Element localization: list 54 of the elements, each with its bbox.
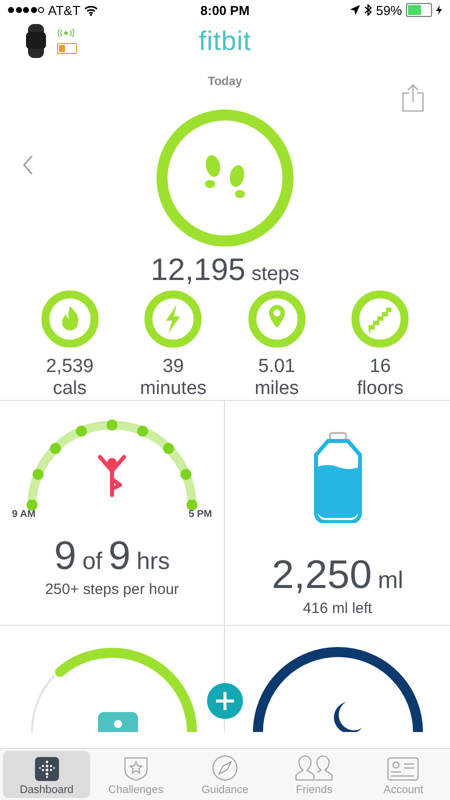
clock-time: 8:00 PM — [200, 2, 250, 18]
stat-value: 2,539 — [46, 356, 94, 378]
wifi-icon — [84, 4, 98, 16]
people-icon — [295, 755, 334, 781]
tab[interactable]: Dashboard — [3, 751, 90, 798]
water-unit: ml — [378, 567, 404, 595]
steps-unit: steps — [252, 263, 300, 286]
battery-icon — [406, 3, 432, 17]
compass-icon — [212, 755, 238, 781]
stat-value: 5.01 — [258, 356, 296, 378]
weight-arc-track — [31, 675, 55, 732]
tab[interactable]: Guidance — [181, 751, 269, 798]
location-icon — [350, 5, 360, 15]
tracker-battery-icon — [57, 42, 77, 54]
end-time-label: 5 PM — [188, 509, 212, 520]
dots-grid-icon — [34, 757, 59, 781]
stat-value: 39 — [162, 356, 184, 378]
water-caption: 416 ml left — [302, 600, 372, 617]
charging-icon — [436, 5, 442, 15]
standing-figure-icon — [98, 455, 126, 497]
id-card-icon — [387, 757, 420, 781]
steps-ring[interactable] — [155, 108, 295, 248]
back-chevron-icon[interactable] — [22, 155, 34, 175]
stat-unit: minutes — [140, 378, 207, 400]
date-label: Today — [208, 74, 242, 90]
steps-count: 12,195 — [150, 252, 246, 288]
tab[interactable]: Account — [360, 751, 448, 798]
tab[interactable]: Challenges — [92, 751, 180, 798]
stat-value: 16 — [370, 356, 391, 378]
hourly-activity-tile[interactable]: 9 AM 5 PM 9 of 9 hrs 250+ steps per hour — [0, 401, 225, 626]
of-label: of — [82, 548, 102, 576]
stat-unit: floors — [357, 378, 404, 400]
hourly-caption: 250+ steps per hour — [45, 581, 179, 598]
carrier-name: AT&T — [48, 2, 80, 18]
add-button[interactable] — [207, 683, 243, 719]
signal-icon — [8, 7, 44, 13]
wristband-icon — [25, 24, 47, 58]
hours-done: 9 — [54, 534, 76, 579]
scale-icon — [98, 712, 138, 732]
water-amount: 2,250 — [272, 553, 372, 598]
sync-signal-icon — [57, 28, 75, 36]
bluetooth-icon — [364, 4, 372, 16]
water-tile[interactable]: 2,250 ml 416 ml left — [225, 401, 450, 626]
star-badge-icon — [122, 755, 149, 781]
stat-unit: cals — [52, 378, 87, 400]
battery-percent: 59% — [376, 2, 402, 18]
app-logo: fitbit — [198, 26, 252, 56]
tab[interactable]: Friends — [270, 751, 358, 798]
share-icon[interactable] — [402, 84, 424, 112]
moon-icon — [333, 702, 362, 732]
stat-unit: miles — [254, 378, 299, 400]
hours-goal: 9 — [108, 534, 131, 579]
start-time-label: 9 AM — [12, 509, 36, 520]
hours-unit: hrs — [136, 548, 170, 576]
